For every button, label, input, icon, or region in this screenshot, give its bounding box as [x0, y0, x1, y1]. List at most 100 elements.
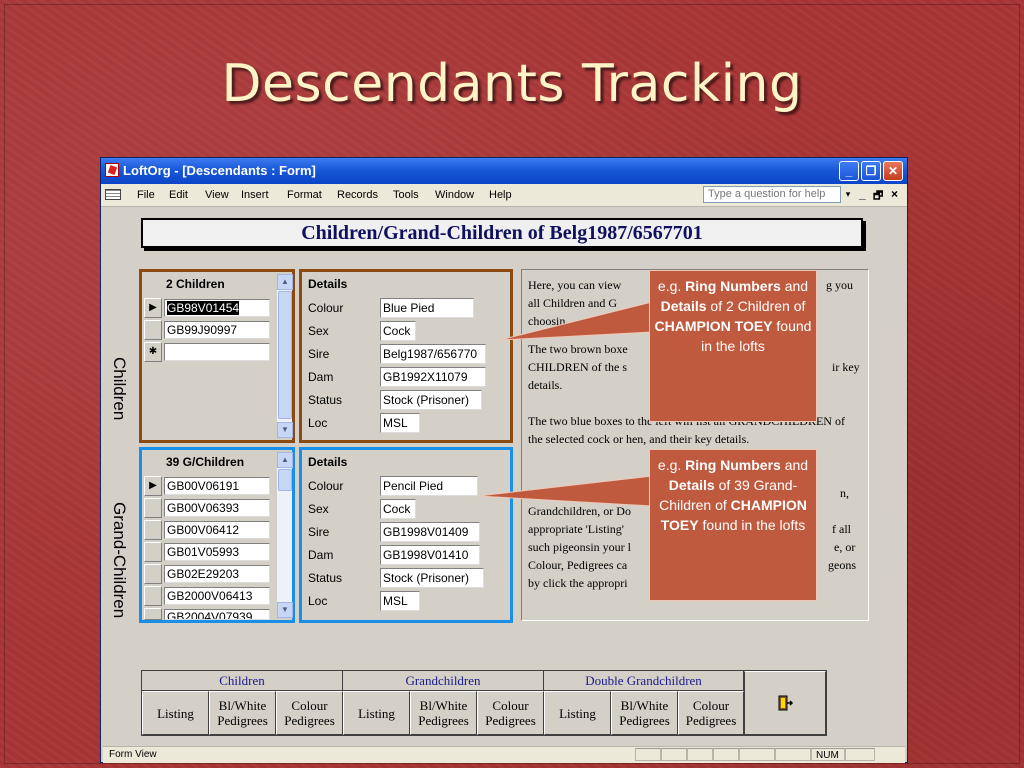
children-list-panel: 2 Children ▶ GB98V01454 GB99J90997 ✱ ▲ ▼	[139, 269, 295, 443]
children-bw-pedigrees-button[interactable]: Bl/White Pedigrees	[209, 691, 276, 735]
row-selector[interactable]	[144, 586, 162, 606]
grandchildren-colour-pedigrees-button[interactable]: Colour Pedigrees	[477, 691, 544, 735]
new-record-selector[interactable]: ✱	[144, 342, 162, 362]
command-button-grid: Children Grandchildren Double Grandchild…	[141, 670, 827, 736]
slide-title: Descendants Tracking	[221, 54, 803, 114]
status-indicator	[687, 748, 713, 761]
status-field[interactable]: Stock (Prisoner)	[380, 390, 482, 410]
sire-field[interactable]: Belg1987/656770	[380, 344, 486, 364]
menu-format[interactable]: Format	[287, 189, 322, 201]
menu-bar: File Edit View Insert Format Records Too…	[101, 184, 907, 207]
field-label: Loc	[308, 416, 328, 430]
grandchildren-row[interactable]: GB00V06412	[164, 521, 270, 539]
group-label-double-grandchildren: Double Grandchildren	[544, 671, 744, 691]
field-label: Status	[308, 571, 343, 585]
menu-insert[interactable]: Insert	[241, 189, 269, 201]
children-count-heading: 2 Children	[166, 277, 225, 291]
exit-button[interactable]	[744, 671, 826, 735]
mdi-minimize-button[interactable]: _	[859, 187, 866, 201]
grandchildren-count-heading: 39 G/Children	[166, 455, 245, 469]
grandchildren-details-panel: Details Colour Pencil Pied Sex Cock Sire…	[299, 447, 513, 623]
colour-field[interactable]: Blue Pied	[380, 298, 474, 318]
children-scrollbar[interactable]: ▲ ▼	[276, 274, 293, 438]
scroll-up-icon[interactable]: ▲	[277, 274, 293, 290]
row-selector[interactable]	[144, 498, 162, 518]
dam-field[interactable]: GB1998V01410	[380, 545, 480, 565]
grandchildren-scrollbar[interactable]: ▲ ▼	[276, 452, 293, 618]
status-indicator	[661, 748, 687, 761]
status-bar: Form View NUM	[103, 746, 905, 763]
row-selector[interactable]	[144, 608, 162, 620]
double-grandchildren-listing-button[interactable]: Listing	[544, 691, 611, 735]
details-heading: Details	[308, 277, 348, 291]
double-grandchildren-bw-pedigrees-button[interactable]: Bl/White Pedigrees	[611, 691, 678, 735]
grandchildren-listing-button[interactable]: Listing	[343, 691, 410, 735]
row-selector[interactable]	[144, 320, 162, 340]
children-row[interactable]: GB99J90997	[164, 321, 270, 339]
restore-button[interactable]: ❐	[861, 161, 881, 181]
loc-field[interactable]: MSL	[380, 413, 420, 433]
scroll-thumb[interactable]	[278, 469, 292, 491]
close-button[interactable]: ✕	[883, 161, 903, 181]
scroll-down-icon[interactable]: ▼	[277, 602, 293, 618]
grandchildren-side-label: Grand-Children	[110, 502, 129, 619]
children-row[interactable]: GB98V01454	[164, 299, 270, 317]
double-grandchildren-colour-pedigrees-button[interactable]: Colour Pedigrees	[678, 691, 744, 735]
row-selector[interactable]: ▶	[144, 298, 162, 318]
details-heading: Details	[308, 455, 348, 469]
children-details-panel: Details Colour Blue Pied Sex Cock Sire B…	[299, 269, 513, 443]
row-selector[interactable]	[144, 520, 162, 540]
menu-view[interactable]: View	[205, 189, 229, 201]
row-selector[interactable]: ▶	[144, 476, 162, 496]
callout-children: e.g. Ring Numbers and Details of 2 Child…	[649, 270, 817, 422]
form-header: Children/Grand-Children of Belg1987/6567…	[141, 218, 863, 248]
dam-field[interactable]: GB1992X11079	[380, 367, 486, 387]
row-selector[interactable]	[144, 564, 162, 584]
grandchildren-row[interactable]: GB00V06393	[164, 499, 270, 517]
title-bar[interactable]: LoftOrg - [Descendants : Form] _ ❐ ✕	[101, 158, 907, 184]
status-field[interactable]: Stock (Prisoner)	[380, 568, 484, 588]
menu-window[interactable]: Window	[435, 189, 474, 201]
group-label-grandchildren: Grandchildren	[343, 671, 544, 691]
help-question-input[interactable]: Type a question for help	[703, 186, 841, 203]
colour-field[interactable]: Pencil Pied	[380, 476, 478, 496]
grandchildren-row[interactable]: GB2004V07939	[164, 609, 270, 620]
menu-records[interactable]: Records	[337, 189, 378, 201]
status-text: Form View	[109, 749, 157, 760]
loc-field[interactable]: MSL	[380, 591, 420, 611]
field-label: Sire	[308, 525, 330, 539]
scroll-up-icon[interactable]: ▲	[277, 452, 293, 468]
menu-edit[interactable]: Edit	[169, 189, 188, 201]
grandchildren-row[interactable]: GB00V06191	[164, 477, 270, 495]
grandchildren-row[interactable]: GB01V05993	[164, 543, 270, 561]
field-label: Loc	[308, 594, 328, 608]
grandchildren-bw-pedigrees-button[interactable]: Bl/White Pedigrees	[410, 691, 477, 735]
menu-tools[interactable]: Tools	[393, 189, 419, 201]
minimize-button[interactable]: _	[839, 161, 859, 181]
status-indicator	[739, 748, 775, 761]
status-indicator	[775, 748, 811, 761]
mdi-restore-button[interactable]: 🗗	[873, 187, 883, 206]
menu-file[interactable]: File	[137, 189, 155, 201]
app-icon[interactable]	[105, 163, 119, 177]
sex-field[interactable]: Cock	[380, 321, 416, 341]
scroll-down-icon[interactable]: ▼	[277, 422, 293, 438]
mdi-close-button[interactable]: ×	[891, 187, 898, 201]
form-icon[interactable]	[105, 189, 121, 200]
children-colour-pedigrees-button[interactable]: Colour Pedigrees	[276, 691, 343, 735]
field-label: Sire	[308, 347, 330, 361]
children-listing-button[interactable]: Listing	[142, 691, 209, 735]
children-side-label: Children	[110, 357, 129, 421]
status-indicator	[845, 748, 875, 761]
children-new-row[interactable]	[164, 343, 270, 361]
scroll-thumb[interactable]	[278, 291, 292, 419]
sire-field[interactable]: GB1998V01409	[380, 522, 480, 542]
row-selector[interactable]	[144, 542, 162, 562]
chevron-down-icon[interactable]: ▾	[843, 186, 853, 203]
sex-field[interactable]: Cock	[380, 499, 416, 519]
grandchildren-row[interactable]: GB02E29203	[164, 565, 270, 583]
grandchildren-row[interactable]: GB2000V06413	[164, 587, 270, 605]
menu-help[interactable]: Help	[489, 189, 512, 201]
field-label: Dam	[308, 370, 334, 384]
status-indicator	[635, 748, 661, 761]
